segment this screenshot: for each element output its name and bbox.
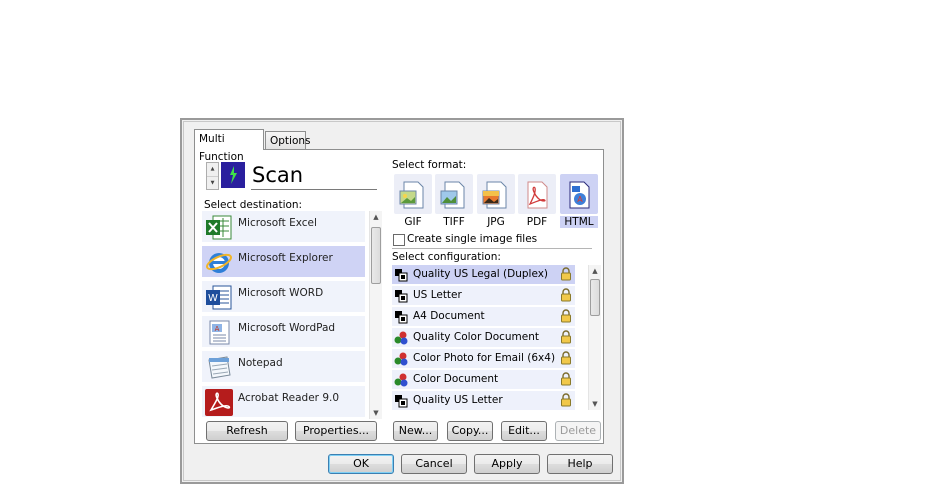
multi-function-panel: ▲ ▼ Scan Select destination: Microsoft E… xyxy=(194,149,604,444)
destination-item-excel[interactable]: Microsoft Excel xyxy=(202,211,365,244)
destination-item-notepad[interactable]: Notepad xyxy=(202,351,365,384)
destination-item-label: Microsoft Excel xyxy=(238,217,317,229)
tab-multi-function[interactable]: Multi Function xyxy=(194,129,264,163)
configuration-label: Select configuration: xyxy=(392,251,501,263)
lock-icon xyxy=(561,309,571,323)
format-jpg-button[interactable] xyxy=(477,174,515,214)
configuration-scrollbar[interactable]: ▲ ▼ xyxy=(588,265,601,410)
destination-item-label: Microsoft Explorer xyxy=(238,252,333,264)
scroll-up-icon[interactable]: ▲ xyxy=(370,211,382,223)
svg-text:W: W xyxy=(208,293,218,304)
refresh-button[interactable]: Refresh xyxy=(206,421,288,441)
word-icon: W xyxy=(205,284,233,311)
format-label-gif[interactable]: GIF xyxy=(394,216,432,228)
destination-item-wordpad[interactable]: A Microsoft WordPad xyxy=(202,316,365,349)
scan-settings-dialog: Multi Function Options ▲ ▼ Scan Select d… xyxy=(180,118,624,484)
format-html-button[interactable]: A xyxy=(560,174,598,214)
ok-button[interactable]: OK xyxy=(328,454,394,474)
destination-item-label: Microsoft WordPad xyxy=(238,322,336,334)
destination-item-label: Acrobat Reader 9.0 xyxy=(238,392,340,404)
scroll-thumb[interactable] xyxy=(371,227,381,284)
destination-item-explorer[interactable]: Microsoft Explorer xyxy=(202,246,365,279)
html-file-icon: A xyxy=(569,181,590,209)
excel-icon xyxy=(205,214,233,241)
tab-options[interactable]: Options xyxy=(265,131,311,149)
lock-icon xyxy=(561,372,571,386)
wordpad-icon: A xyxy=(205,319,233,346)
configuration-item-label: A4 Document xyxy=(413,310,485,322)
scan-spinner[interactable]: ▲ ▼ xyxy=(206,162,219,190)
tiff-file-icon xyxy=(440,181,465,209)
destination-item-word[interactable]: W Microsoft WORD xyxy=(202,281,365,314)
lock-icon xyxy=(561,393,571,407)
configuration-item[interactable]: Quality US Letter xyxy=(392,391,575,412)
configuration-item[interactable]: Quality Color Document xyxy=(392,328,575,349)
lock-icon xyxy=(561,330,571,344)
bw-scan-icon xyxy=(395,269,408,282)
format-separator xyxy=(392,248,592,249)
single-image-checkbox-label[interactable]: Create single image files xyxy=(407,233,537,245)
format-pdf-button[interactable] xyxy=(518,174,556,214)
destination-item-label: Notepad xyxy=(238,357,283,369)
configuration-item-label: Color Photo for Email (6x4) xyxy=(413,352,556,364)
format-label-html[interactable]: HTML xyxy=(560,216,598,228)
color-scan-icon xyxy=(394,373,408,387)
scroll-down-icon[interactable]: ▼ xyxy=(370,407,382,419)
copy-configuration-button[interactable]: Copy... xyxy=(447,421,493,441)
new-configuration-button[interactable]: New... xyxy=(393,421,438,441)
svg-text:A: A xyxy=(577,195,583,204)
configuration-item-label: Quality US Letter xyxy=(413,394,503,406)
configuration-item-label: Quality Color Document xyxy=(413,331,540,343)
internet-explorer-icon xyxy=(205,249,233,276)
configuration-item[interactable]: Color Photo for Email (6x4) xyxy=(392,349,575,370)
configuration-item[interactable]: Color Document xyxy=(392,370,575,391)
lock-icon xyxy=(561,351,571,365)
pdf-file-icon xyxy=(527,181,548,209)
delete-configuration-button[interactable]: Delete xyxy=(555,421,601,441)
destination-list: Microsoft Excel Microsoft Explorer W Mic… xyxy=(202,211,390,419)
destination-item-label: Microsoft WORD xyxy=(238,287,324,299)
color-scan-icon xyxy=(394,331,408,345)
destination-item-acrobat[interactable]: Acrobat Reader 9.0 xyxy=(202,386,365,419)
properties-button[interactable]: Properties... xyxy=(295,421,377,441)
configuration-item[interactable]: A4 Document xyxy=(392,307,575,328)
acrobat-icon xyxy=(205,389,233,416)
cancel-button[interactable]: Cancel xyxy=(401,454,467,474)
edit-configuration-button[interactable]: Edit... xyxy=(501,421,547,441)
scroll-up-icon[interactable]: ▲ xyxy=(589,265,601,277)
format-label-pdf[interactable]: PDF xyxy=(518,216,556,228)
destination-label: Select destination: xyxy=(204,199,303,211)
bw-scan-icon xyxy=(395,311,408,324)
configuration-list: Quality US Legal (Duplex) US Letter A4 D… xyxy=(392,265,601,412)
bw-scan-icon xyxy=(395,290,408,303)
color-scan-icon xyxy=(394,352,408,366)
bw-scan-icon xyxy=(395,395,408,408)
configuration-item-label: US Letter xyxy=(413,289,462,301)
format-label-jpg[interactable]: JPG xyxy=(477,216,515,228)
help-button[interactable]: Help xyxy=(547,454,613,474)
format-label-tiff[interactable]: TIFF xyxy=(435,216,473,228)
gif-file-icon xyxy=(399,181,424,209)
scroll-down-icon[interactable]: ▼ xyxy=(589,398,601,410)
configuration-item[interactable]: Quality US Legal (Duplex) xyxy=(392,265,575,286)
destination-scrollbar[interactable]: ▲ ▼ xyxy=(369,211,382,419)
jpg-file-icon xyxy=(482,181,507,209)
svg-text:A: A xyxy=(215,325,220,333)
format-tiff-button[interactable] xyxy=(435,174,473,214)
single-image-checkbox[interactable] xyxy=(393,234,405,246)
configuration-item-label: Color Document xyxy=(413,373,499,385)
configuration-item-label: Quality US Legal (Duplex) xyxy=(413,268,549,280)
lock-icon xyxy=(561,288,571,302)
lock-icon xyxy=(561,267,571,281)
format-label: Select format: xyxy=(392,159,467,171)
format-gif-button[interactable] xyxy=(394,174,432,214)
scan-title: Scan xyxy=(252,163,304,187)
notepad-icon xyxy=(205,354,233,381)
configuration-item[interactable]: US Letter xyxy=(392,286,575,307)
scroll-thumb[interactable] xyxy=(590,279,600,316)
spinner-down-icon[interactable]: ▼ xyxy=(207,177,218,189)
scan-title-underline xyxy=(251,189,377,190)
apply-button[interactable]: Apply xyxy=(474,454,540,474)
